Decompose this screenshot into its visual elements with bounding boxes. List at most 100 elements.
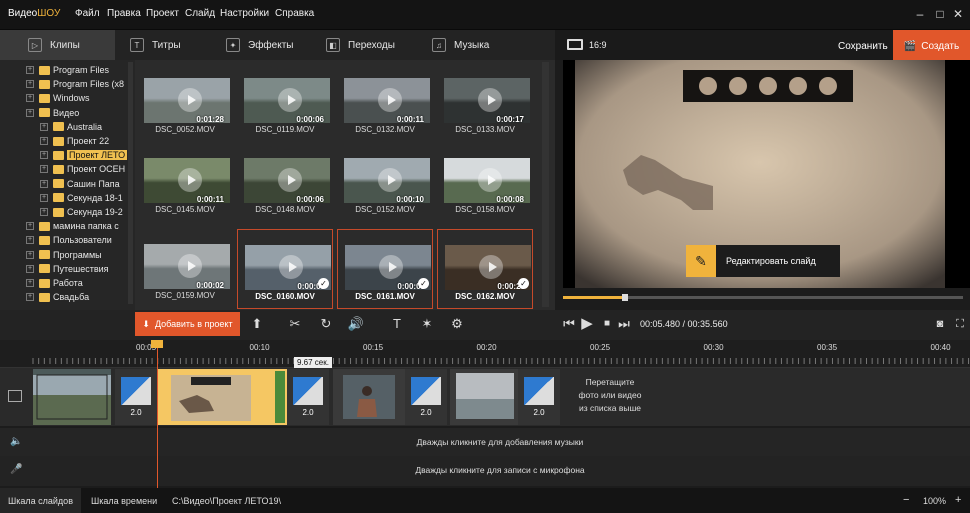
expand-icon[interactable]: +	[40, 179, 48, 188]
prev-icon[interactable]: ⏮	[560, 315, 578, 333]
play-icon[interactable]	[278, 88, 302, 112]
play-icon[interactable]	[279, 255, 303, 279]
tree-item[interactable]: + Windows	[26, 91, 90, 105]
expand-icon[interactable]: +	[40, 151, 48, 160]
zoom-out-icon[interactable]: −	[903, 494, 909, 506]
timeline-clip[interactable]	[33, 369, 111, 425]
menu-slide[interactable]: Слайд	[185, 8, 215, 19]
tree-item[interactable]: + Program Files	[26, 63, 109, 77]
expand-icon[interactable]: +	[40, 122, 48, 131]
settings-icon[interactable]: ⚙	[448, 315, 466, 333]
expand-icon[interactable]: +	[26, 94, 34, 103]
fullscreen-icon[interactable]: ⛶	[951, 315, 969, 333]
menu-project[interactable]: Проект	[146, 8, 179, 19]
clips-scrollbar[interactable]	[542, 62, 549, 307]
next-icon[interactable]: ⏭	[615, 315, 633, 333]
volume-icon[interactable]: 🔊	[347, 315, 365, 333]
tree-item[interactable]: + Проект ЛЕТО	[40, 148, 128, 162]
transition-block[interactable]: 2.0	[518, 369, 560, 425]
timeline-clip-selected[interactable]	[157, 369, 287, 425]
clip-tile[interactable]: 0:00:02 DSC_0159.MOV	[137, 229, 233, 309]
clip-tile[interactable]: 0:00:05 DSC_0160.MOV ✓	[237, 229, 333, 309]
transition-block[interactable]: 2.0	[405, 369, 447, 425]
tree-item[interactable]: + Видео	[26, 106, 79, 120]
tree-item[interactable]: + мамина папка с	[26, 219, 119, 233]
expand-icon[interactable]: +	[40, 208, 48, 216]
aspect-ratio[interactable]: 16:9	[589, 40, 607, 50]
expand-icon[interactable]: +	[40, 165, 48, 174]
play-icon[interactable]	[479, 255, 503, 279]
zoom-in-icon[interactable]: +	[955, 494, 961, 506]
tab-clips[interactable]: ▷ Клипы	[0, 30, 115, 60]
play-icon[interactable]: ▶	[578, 315, 596, 333]
clip-tile[interactable]: 0:00:17 DSC_0133.MOV	[437, 63, 533, 143]
expand-icon[interactable]: +	[26, 250, 34, 259]
maximize-icon[interactable]: □	[932, 5, 948, 23]
clip-tile[interactable]: 0:00:06 DSC_0119.MOV	[237, 63, 333, 143]
tab-slide-scale[interactable]: Шкала слайдов	[0, 488, 81, 513]
tree-item[interactable]: + Секунда 19-2	[40, 205, 123, 219]
tree-item[interactable]: + Australia	[40, 120, 102, 134]
tree-scrollbar[interactable]	[128, 62, 133, 304]
play-icon[interactable]	[379, 255, 403, 279]
tree-item[interactable]: + Программы	[26, 248, 102, 262]
clip-tile[interactable]: 0:00:23 DSC_0162.MOV ✓	[437, 229, 533, 309]
minimize-icon[interactable]: –	[912, 5, 928, 23]
tab-time-scale[interactable]: Шкала времени	[83, 488, 165, 513]
snapshot-icon[interactable]: ◙	[931, 315, 949, 333]
expand-icon[interactable]: +	[26, 264, 34, 273]
menu-help[interactable]: Справка	[275, 8, 314, 19]
close-icon[interactable]: ✕	[950, 5, 966, 23]
clip-tile[interactable]: 0:00:08 DSC_0161.MOV ✓	[337, 229, 433, 309]
move-up-icon[interactable]: ⬆	[248, 315, 266, 333]
tree-item[interactable]: + Проект 22	[40, 134, 109, 148]
playhead[interactable]	[157, 340, 158, 488]
timeline-clip[interactable]	[450, 369, 520, 425]
timeline-clip[interactable]	[333, 369, 405, 425]
expand-icon[interactable]: +	[26, 222, 34, 231]
tree-item[interactable]: + Сашин Папа	[40, 177, 120, 191]
play-icon[interactable]	[178, 254, 202, 278]
transition-block[interactable]: 2.0	[287, 369, 329, 425]
expand-icon[interactable]: +	[40, 137, 48, 145]
clip-tile[interactable]: 0:01:28 DSC_0052.MOV	[137, 63, 233, 143]
menu-file[interactable]: Файл	[75, 8, 100, 19]
tree-item[interactable]: + Путешествия	[26, 262, 109, 276]
expand-icon[interactable]: +	[26, 293, 34, 302]
play-icon[interactable]	[378, 168, 402, 192]
stop-icon[interactable]: ■	[598, 315, 616, 333]
play-icon[interactable]	[178, 88, 202, 112]
menu-edit[interactable]: Правка	[107, 8, 141, 19]
play-icon[interactable]	[478, 168, 502, 192]
rotate-icon[interactable]: ↻	[317, 315, 335, 333]
seek-handle[interactable]	[622, 294, 628, 301]
clip-tile[interactable]: 0:00:08 DSC_0158.MOV	[437, 143, 533, 223]
tab-effects[interactable]: ✦ Эффекты	[198, 30, 308, 60]
tree-item[interactable]: + Проект ОСЕН	[40, 162, 125, 176]
expand-icon[interactable]: +	[26, 279, 34, 287]
tree-item[interactable]: + Секунда 18-1	[40, 191, 123, 205]
tab-titles[interactable]: T Титры	[102, 30, 212, 60]
play-icon[interactable]	[378, 88, 402, 112]
clip-tile[interactable]: 0:00:11 DSC_0132.MOV	[337, 63, 433, 143]
tree-item[interactable]: + Program Files (x8	[26, 77, 124, 91]
expand-icon[interactable]: +	[26, 66, 34, 74]
clip-tile[interactable]: 0:00:10 DSC_0152.MOV	[337, 143, 433, 223]
clip-tile[interactable]: 0:00:11 DSC_0145.MOV	[137, 143, 233, 223]
save-button[interactable]: Сохранить	[838, 41, 888, 52]
edit-slide-button[interactable]: ✎ Редактировать слайд	[686, 245, 840, 277]
playhead-handle[interactable]	[151, 340, 163, 348]
expand-icon[interactable]: +	[26, 108, 34, 117]
clip-tile[interactable]: 0:00:06 DSC_0148.MOV	[237, 143, 333, 223]
expand-icon[interactable]: +	[40, 193, 48, 202]
tree-item[interactable]: + Пользователи	[26, 233, 112, 247]
text-tool-icon[interactable]: T	[388, 315, 406, 333]
add-to-project-button[interactable]: ⬇ Добавить в проект	[135, 312, 240, 336]
tree-item[interactable]: + Свадьба	[26, 290, 89, 304]
tree-item[interactable]: + Работа	[26, 276, 83, 290]
menu-settings[interactable]: Настройки	[220, 8, 269, 19]
expand-icon[interactable]: +	[26, 80, 34, 89]
transition-block[interactable]: 2.0	[115, 369, 157, 425]
play-icon[interactable]	[178, 168, 202, 192]
tab-transitions[interactable]: ◧ Переходы	[298, 30, 408, 60]
